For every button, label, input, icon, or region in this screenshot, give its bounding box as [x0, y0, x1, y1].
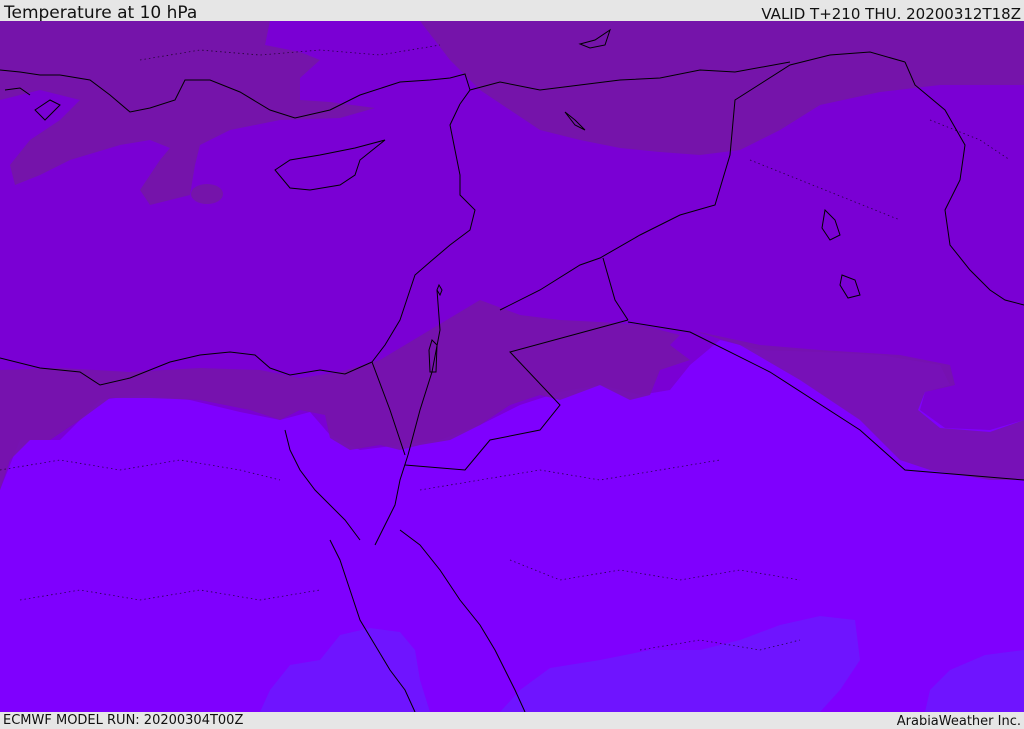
map-canvas	[0, 21, 1024, 712]
footer-bar: ECMWF MODEL RUN: 20200304T00Z ArabiaWeat…	[0, 712, 1024, 729]
map-viewer: Temperature at 10 hPa VALID T+210 THU. 2…	[0, 0, 1024, 729]
credit-label: ArabiaWeather Inc.	[896, 714, 1021, 729]
header-bar: Temperature at 10 hPa VALID T+210 THU. 2…	[0, 0, 1024, 23]
map-title: Temperature at 10 hPa	[4, 3, 198, 23]
model-run-label: ECMWF MODEL RUN: 20200304T00Z	[3, 713, 244, 728]
weather-map	[0, 21, 1024, 712]
field-blob-small	[191, 184, 223, 204]
